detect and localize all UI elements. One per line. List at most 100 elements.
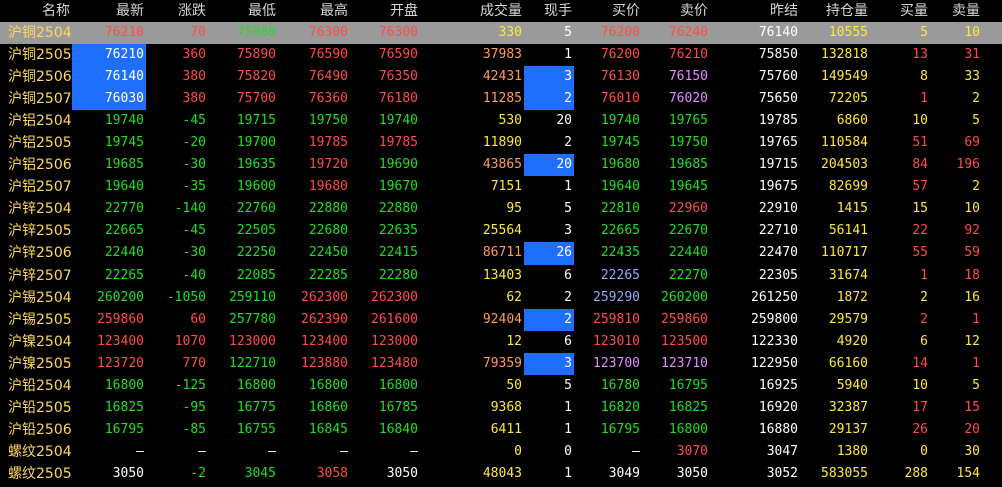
cell-last: — (136, 443, 144, 459)
contract-name[interactable]: 沪铜2507 (0, 88, 72, 110)
contract-name[interactable]: 沪锌2506 (0, 242, 72, 264)
cell-ask-qty: 10 (964, 25, 980, 40)
cell-open-interest: 29137 (828, 421, 868, 437)
cell-current-hand: 20 (556, 113, 572, 129)
quote-row[interactable]: 沪锌2506 22440 -30 22250 22450 22415 86711 26 2243… (0, 242, 1002, 265)
cell-ask-qty: 5 (972, 377, 980, 393)
header-col-bid[interactable]: 买价 (574, 0, 642, 22)
contract-name[interactable]: 沪铝2505 (0, 132, 72, 154)
quote-row[interactable]: 螺纹2505 3050 -2 3045 3058 3050 48043 1 3049 3050 30… (0, 463, 1002, 485)
cell-low: 75820 (236, 69, 276, 85)
header-col-change[interactable]: 涨跌 (146, 0, 208, 22)
cell-change: -20 (182, 135, 206, 151)
contract-name[interactable]: 沪铜2506 (0, 66, 72, 88)
header-col-ask[interactable]: 卖价 (642, 0, 710, 22)
cell-prev-settle: 19715 (758, 157, 798, 173)
quote-row[interactable]: 沪铅2504 16800 -125 16800 16800 16800 50 5 16780 16… (0, 375, 1002, 397)
cell-change: -95 (182, 399, 206, 415)
cell-ask-qty: 12 (964, 333, 980, 349)
contract-name[interactable]: 沪锌2505 (0, 220, 72, 242)
quote-row[interactable]: 沪锡2504 260200 -1050 259110 262300 262300 62 2 25… (0, 287, 1002, 309)
contract-name[interactable]: 沪铝2506 (0, 154, 72, 176)
quote-row[interactable]: 沪铝2506 19685 -30 19635 19720 19690 43865 20 1968… (0, 154, 1002, 177)
quote-row[interactable]: 沪铝2505 19745 -20 19700 19785 19785 11890 2 19745… (0, 132, 1002, 154)
cell-last: 19745 (104, 135, 144, 151)
cell-current-hand: 6 (564, 267, 572, 283)
cell-last: 123400 (97, 333, 144, 349)
cell-open-interest: 204503 (821, 157, 868, 173)
cell-volume: 37983 (482, 47, 522, 63)
header-col-open-interest[interactable]: 持仓量 (800, 0, 870, 22)
contract-name[interactable]: 沪锌2504 (0, 198, 72, 220)
cell-low: 22085 (236, 267, 276, 283)
cell-low: 19700 (236, 135, 276, 151)
cell-current-hand: 1 (564, 179, 572, 195)
contract-name[interactable]: 沪锌2507 (0, 265, 72, 287)
contract-name[interactable]: 沪镍2505 (0, 353, 72, 375)
header-col-current-hand[interactable]: 现手 (524, 0, 574, 22)
cell-open: 76350 (378, 69, 418, 85)
header-col-last[interactable]: 最新 (72, 0, 146, 22)
header-col-high[interactable]: 最高 (278, 0, 350, 22)
header-col-ask-qty[interactable]: 卖量 (930, 0, 982, 22)
cell-open-interest: 1872 (836, 289, 868, 305)
cell-last: 76210 (72, 44, 146, 67)
quote-row[interactable]: 沪铅2505 16825 -95 16775 16860 16785 9368 1 16820 1… (0, 397, 1002, 419)
quote-row[interactable]: 沪铜2505 76210 360 75890 76590 76590 37983 1 76200… (0, 44, 1002, 67)
contract-name[interactable]: 沪铜2505 (0, 44, 72, 66)
cell-open-interest: 6860 (836, 113, 868, 129)
contract-name[interactable]: 沪铅2506 (0, 419, 72, 441)
quote-row[interactable]: 沪铅2506 16795 -85 16755 16845 16840 6411 1 16795 1… (0, 419, 1002, 441)
cell-current-hand: 5 (564, 25, 572, 40)
cell-open: 76590 (378, 47, 418, 63)
cell-ask-qty: 2 (972, 91, 980, 107)
cell-open-interest: 29579 (828, 311, 868, 327)
header-col-name[interactable]: 名称 (0, 0, 72, 22)
quote-row[interactable]: 沪铜2504 76210 70 75980 76300 76300 330 5 76200 762… (0, 22, 1002, 45)
cell-prev-settle: 261250 (751, 289, 798, 305)
contract-name[interactable]: 沪铅2504 (0, 375, 72, 397)
header-col-bid-qty[interactable]: 买量 (870, 0, 930, 22)
contract-name[interactable]: 沪铅2505 (0, 397, 72, 419)
cell-current-hand: 0 (564, 443, 572, 459)
contract-name[interactable]: 螺纹2504 (0, 441, 72, 463)
contract-name[interactable]: 沪铜2504 (0, 22, 72, 44)
cell-last: 22665 (104, 223, 144, 239)
quote-row[interactable]: 沪锌2504 22770 -140 22760 22880 22880 95 5 22810 22… (0, 198, 1002, 220)
quote-row[interactable]: 沪锡2505 259860 60 257780 262390 261600 92404 2 25… (0, 308, 1002, 331)
header-col-prev-settle[interactable]: 昨结 (710, 0, 800, 22)
cell-high: 76300 (308, 25, 348, 40)
cell-prev-settle: 3047 (766, 443, 798, 459)
contract-name[interactable]: 沪镍2504 (0, 331, 72, 353)
cell-last: 22265 (104, 267, 144, 283)
cell-open: 22635 (378, 223, 418, 239)
cell-change: -40 (182, 267, 206, 283)
quote-row[interactable]: 沪锌2507 22265 -40 22085 22285 22280 13403 6 22265… (0, 265, 1002, 287)
contract-name[interactable]: 沪铝2507 (0, 176, 72, 198)
quote-row[interactable]: 沪镍2504 123400 1070 123000 123400 123000 12 6 123… (0, 331, 1002, 353)
quote-row[interactable]: 螺纹2504 — — — — — 0 0 — 3070 3047 1380 0 30 (0, 441, 1002, 463)
quote-row[interactable]: 沪铝2504 19740 -45 19715 19750 19740 530 20 19740 1… (0, 110, 1002, 132)
cell-low: 22250 (236, 245, 276, 261)
header-col-volume[interactable]: 成交量 (420, 0, 524, 22)
quote-row[interactable]: 沪铜2506 76140 380 75820 76490 76350 42431 3 76130… (0, 66, 1002, 89)
header-col-low[interactable]: 最低 (208, 0, 278, 22)
cell-low: 257780 (229, 311, 276, 327)
cell-prev-settle: 122950 (751, 355, 798, 371)
quote-row[interactable]: 沪铜2507 76030 380 75700 76360 76180 11285 2 76010… (0, 88, 1002, 111)
cell-prev-settle: 19765 (758, 135, 798, 151)
header-col-open[interactable]: 开盘 (350, 0, 420, 22)
cell-volume: 7151 (490, 179, 522, 195)
cell-last: 3050 (112, 465, 144, 481)
contract-name[interactable]: 沪锡2505 (0, 309, 72, 331)
contract-name[interactable]: 螺纹2505 (0, 463, 72, 485)
contract-name[interactable]: 沪铝2504 (0, 110, 72, 132)
cell-high: 19785 (308, 135, 348, 151)
cell-current-hand: 3 (564, 223, 572, 239)
contract-name[interactable]: 沪锡2504 (0, 287, 72, 309)
cell-open: 19670 (378, 179, 418, 195)
quote-row[interactable]: 沪镍2505 123720 770 122710 123880 123480 79359 3 1… (0, 352, 1002, 375)
cell-ask-qty: 20 (964, 421, 980, 437)
quote-row[interactable]: 沪锌2505 22665 -45 22505 22680 22635 25564 3 22665… (0, 220, 1002, 242)
quote-row[interactable]: 沪铝2507 19640 -35 19600 19680 19670 7151 1 19640 1… (0, 176, 1002, 198)
